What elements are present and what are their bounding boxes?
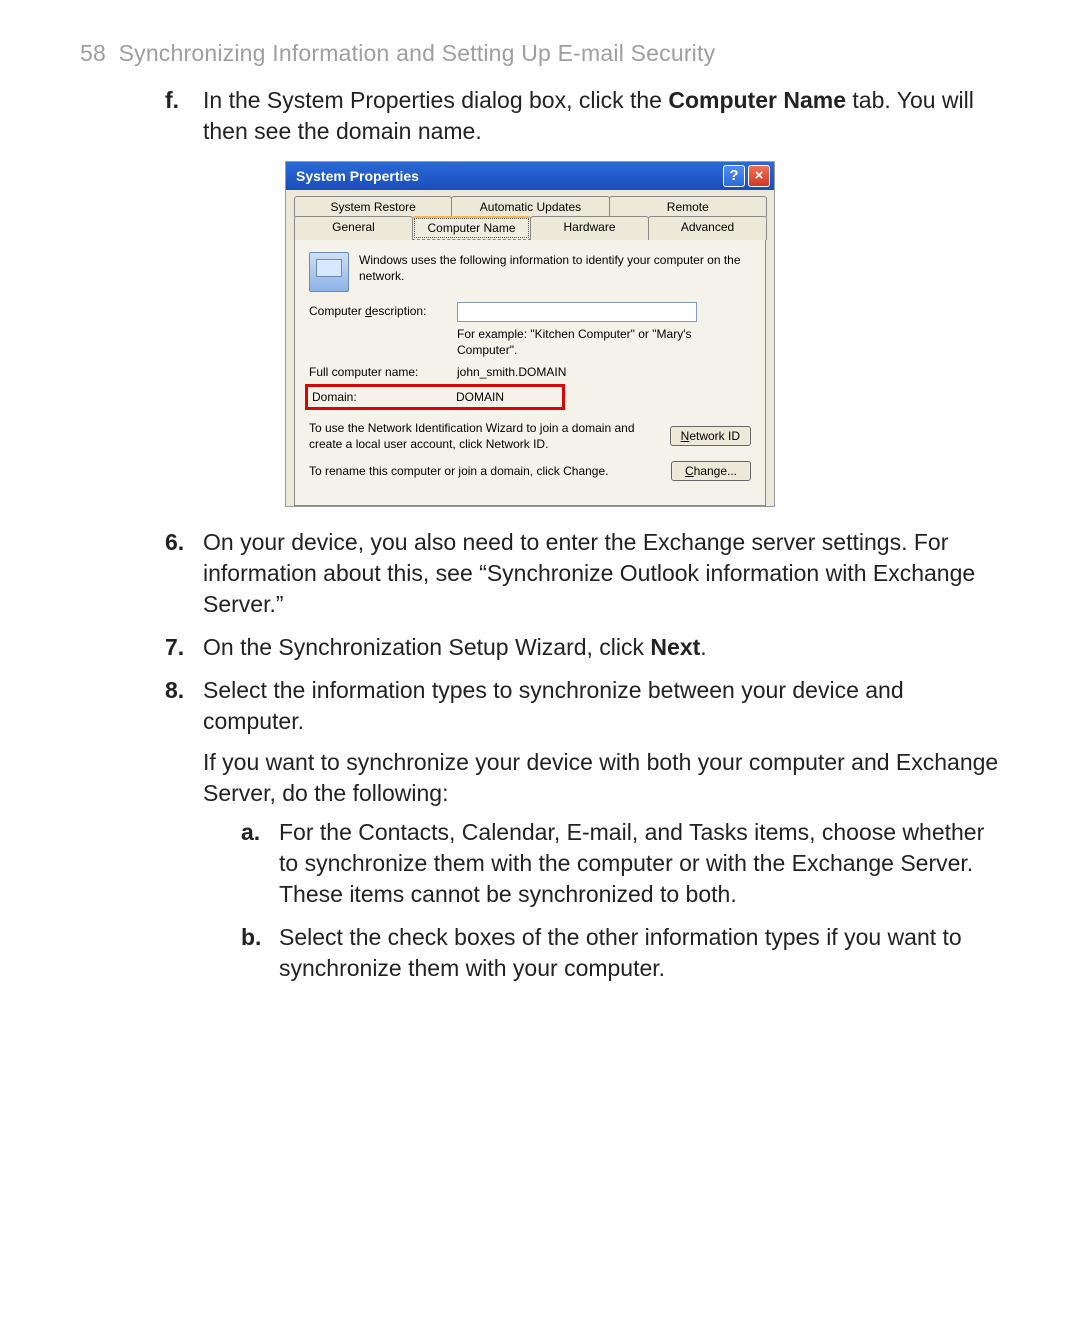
step-text: On the Synchronization Setup Wizard, cli… — [203, 634, 650, 660]
titlebar-title: System Properties — [296, 167, 419, 186]
domain-label: Domain: — [312, 389, 456, 405]
intro-text: Windows uses the following information t… — [359, 252, 751, 284]
fullname-value: john_smith.DOMAIN — [457, 364, 751, 380]
step-text: Select the check boxes of the other info… — [279, 922, 1000, 984]
step-extra: If you want to synchronize your device w… — [203, 747, 1000, 809]
step-6: 6. On your device, you also need to ente… — [165, 527, 1000, 620]
bold-term: Next — [650, 634, 700, 660]
system-properties-dialog: System Properties ? × System Restore Aut… — [285, 161, 775, 507]
page-number: 58 — [80, 40, 106, 66]
step-7: 7. On the Synchronization Setup Wizard, … — [165, 632, 1000, 663]
page-header: 58 Synchronizing Information and Setting… — [80, 38, 1000, 69]
description-input[interactable] — [457, 302, 697, 322]
tab-remote[interactable]: Remote — [609, 196, 767, 217]
tab-advanced[interactable]: Advanced — [648, 216, 767, 239]
step-marker: b. — [241, 922, 279, 984]
computer-icon — [309, 252, 349, 292]
step-marker: 7. — [165, 632, 203, 663]
step-text: In the System Properties dialog box, cli… — [203, 87, 668, 113]
step-text: For the Contacts, Calendar, E-mail, and … — [279, 817, 1000, 910]
step-marker: 8. — [165, 675, 203, 996]
tab-automatic-updates[interactable]: Automatic Updates — [451, 196, 609, 217]
close-icon[interactable]: × — [748, 165, 770, 187]
step-marker: a. — [241, 817, 279, 910]
step-text: . — [700, 634, 706, 660]
change-button[interactable]: Change... — [671, 461, 751, 481]
domain-highlight: Domain: DOMAIN — [305, 384, 565, 410]
netid-text: To use the Network Identification Wizard… — [309, 420, 670, 452]
help-icon[interactable]: ? — [723, 165, 745, 187]
tab-computer-name[interactable]: Computer Name — [412, 216, 531, 239]
step-marker: f. — [165, 85, 203, 147]
tab-system-restore[interactable]: System Restore — [294, 196, 452, 217]
page-title: Synchronizing Information and Setting Up… — [119, 40, 716, 66]
step-f: f. In the System Properties dialog box, … — [165, 85, 1000, 147]
tab-hardware[interactable]: Hardware — [530, 216, 649, 239]
bold-term: Computer Name — [668, 87, 846, 113]
tab-general[interactable]: General — [294, 216, 413, 239]
step-a: a. For the Contacts, Calendar, E-mail, a… — [241, 817, 1000, 910]
step-b: b. Select the check boxes of the other i… — [241, 922, 1000, 984]
domain-value: DOMAIN — [456, 389, 558, 405]
change-text: To rename this computer or join a domain… — [309, 463, 671, 479]
step-8: 8. Select the information types to synch… — [165, 675, 1000, 996]
step-marker: 6. — [165, 527, 203, 620]
description-hint: For example: "Kitchen Computer" or "Mary… — [457, 326, 751, 358]
network-id-button[interactable]: Network ID — [670, 426, 751, 446]
step-text: On your device, you also need to enter t… — [203, 527, 1000, 620]
step-text: Select the information types to synchron… — [203, 675, 1000, 737]
description-label: Computer description: — [309, 303, 457, 319]
titlebar: System Properties ? × — [286, 162, 774, 190]
fullname-label: Full computer name: — [309, 364, 457, 380]
